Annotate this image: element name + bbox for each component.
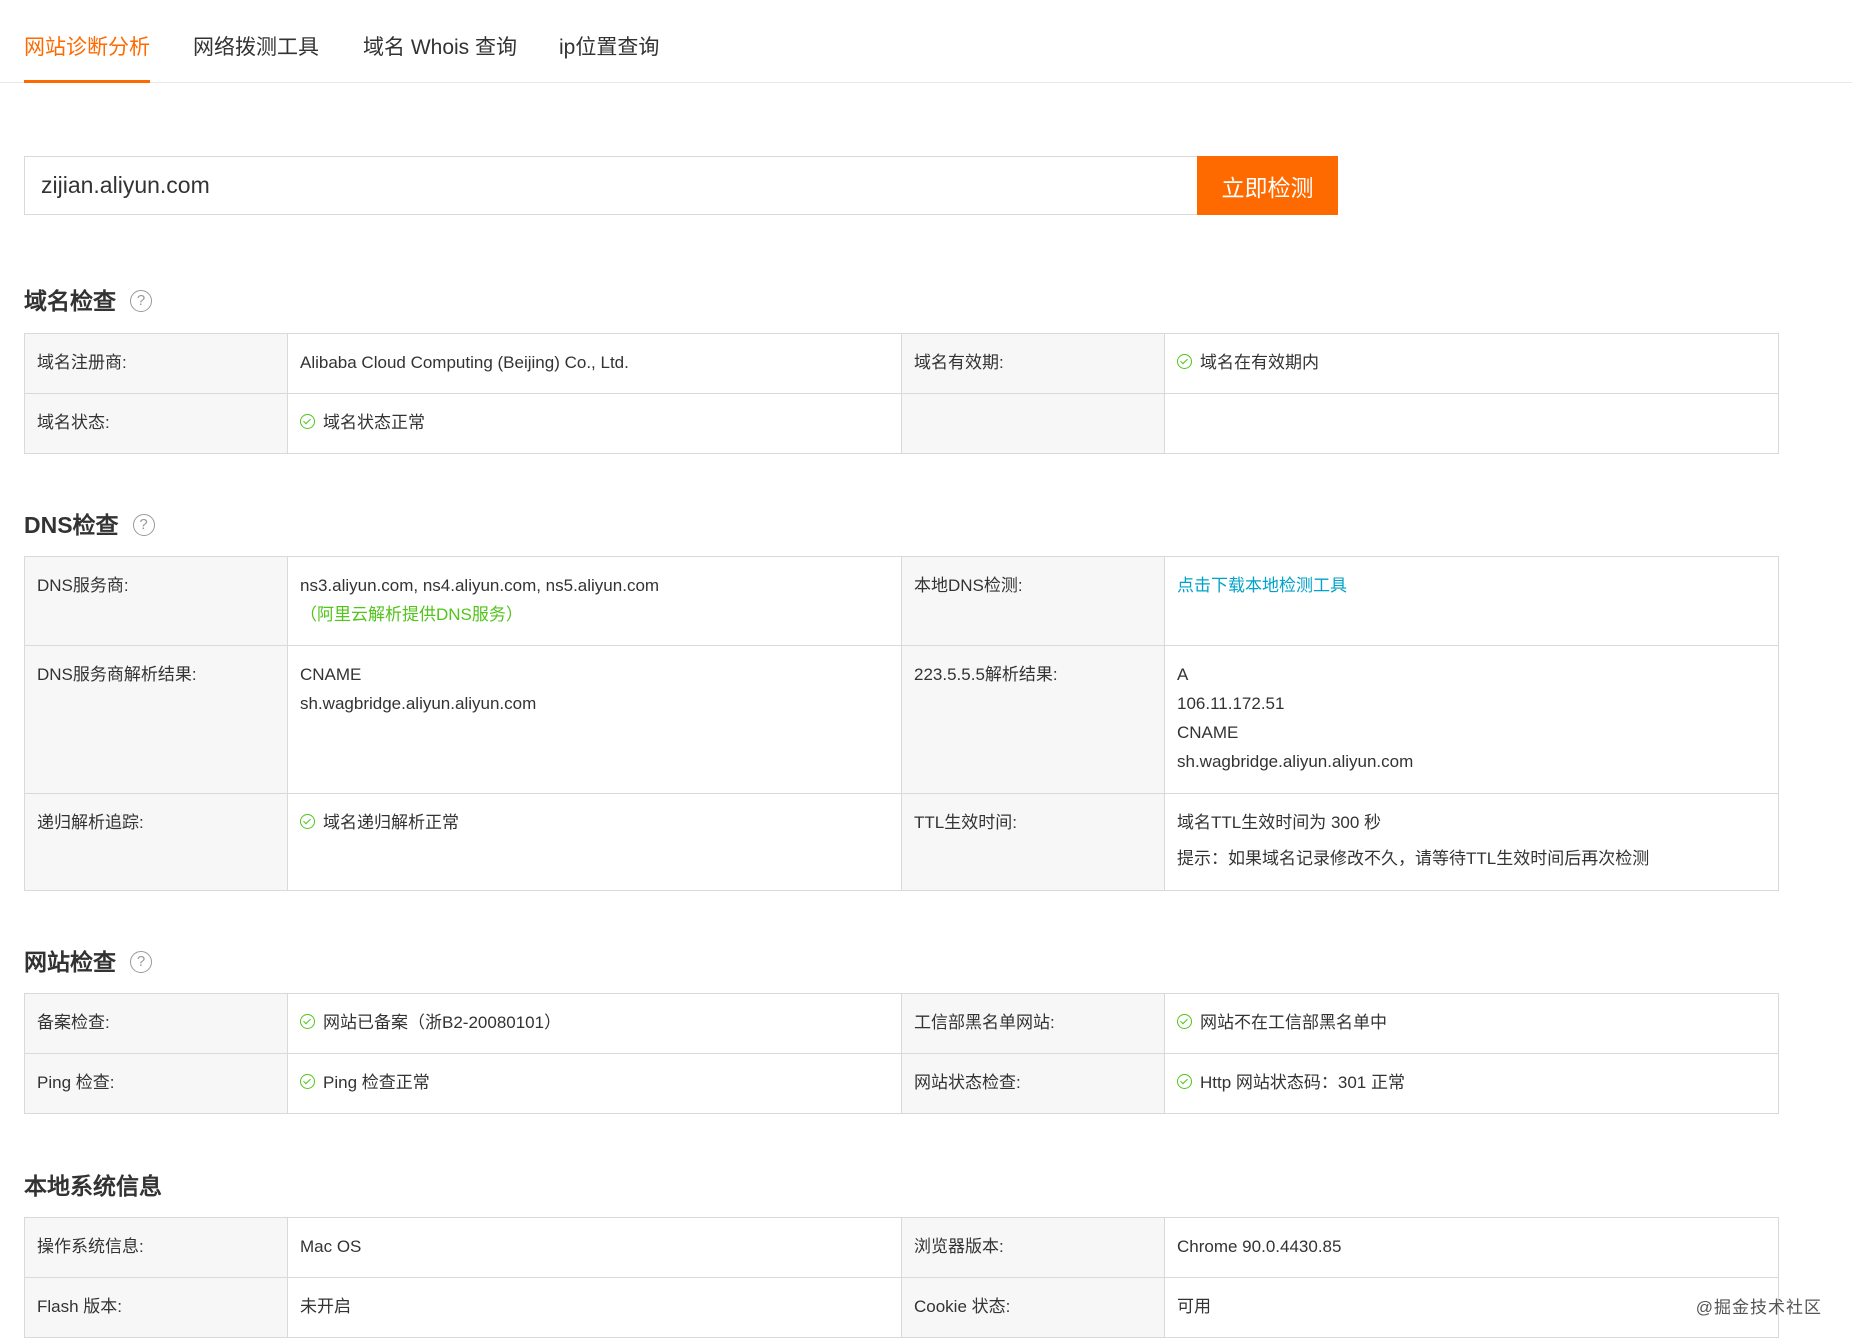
recursive-label: 递归解析追踪: bbox=[24, 793, 288, 891]
r223-value: A 106.11.172.51 CNAME sh.wagbridge.aliyu… bbox=[1164, 645, 1779, 794]
r223-line: CNAME bbox=[1177, 723, 1239, 742]
ping-label: Ping 检查: bbox=[24, 1053, 288, 1114]
os-value: Mac OS bbox=[287, 1217, 902, 1278]
flash-label: Flash 版本: bbox=[24, 1277, 288, 1338]
dns-table: DNS服务商: ns3.aliyun.com, ns4.aliyun.com, … bbox=[24, 556, 1779, 891]
dns-provider-servers: ns3.aliyun.com, ns4.aliyun.com, ns5.aliy… bbox=[300, 576, 660, 595]
help-icon[interactable]: ? bbox=[132, 513, 155, 536]
site-status-text: Http 网站状态码：301 正常 bbox=[1200, 1073, 1405, 1092]
tab-site-diagnosis[interactable]: 网站诊断分析 bbox=[24, 0, 150, 83]
r223-line: A bbox=[1177, 665, 1189, 684]
check-circle-icon bbox=[300, 814, 315, 830]
flash-value: 未开启 bbox=[287, 1277, 902, 1338]
table-row: Flash 版本: 未开启 Cookie 状态: 可用 bbox=[24, 1277, 1779, 1338]
website-table: 备案检查: 网站已备案（浙B2-20080101） 工信部黑名单网站: 网站不在… bbox=[24, 993, 1779, 1114]
ttl-label: TTL生效时间: bbox=[901, 793, 1165, 891]
section-title-dns-text: DNS检查 bbox=[24, 512, 119, 538]
ttl-text: 域名TTL生效时间为 300 秒 bbox=[1177, 813, 1382, 832]
table-row: 递归解析追踪: 域名递归解析正常 TTL生效时间: 域名TTL生效时间为 300… bbox=[24, 793, 1779, 891]
validity-text: 域名在有效期内 bbox=[1200, 353, 1319, 372]
ttl-value: 域名TTL生效时间为 300 秒 提示：如果域名记录修改不久，请等待TTL生效时… bbox=[1164, 793, 1779, 891]
blacklist-text: 网站不在工信部黑名单中 bbox=[1200, 1013, 1387, 1032]
dns-result-label: DNS服务商解析结果: bbox=[24, 645, 288, 794]
cookie-value: 可用 bbox=[1164, 1277, 1779, 1338]
dns-result-line: CNAME bbox=[300, 665, 362, 684]
ping-value: Ping 检查正常 bbox=[287, 1053, 902, 1114]
table-row: DNS服务商解析结果: CNAME sh.wagbridge.aliyun.al… bbox=[24, 645, 1779, 794]
help-icon[interactable]: ? bbox=[130, 289, 152, 312]
check-circle-icon bbox=[300, 414, 315, 430]
section-title-local: 本地系统信息 bbox=[24, 1166, 162, 1206]
icp-text: 网站已备案（浙B2-20080101） bbox=[323, 1013, 562, 1032]
table-row: Ping 检查: Ping 检查正常 网站状态检查: Http 网站状态码：30… bbox=[24, 1053, 1779, 1114]
local-table: 操作系统信息: Mac OS 浏览器版本: Chrome 90.0.4430.8… bbox=[24, 1217, 1779, 1338]
domain-status-label: 域名状态: bbox=[24, 393, 288, 454]
check-circle-icon bbox=[1177, 354, 1192, 370]
os-label: 操作系统信息: bbox=[24, 1217, 288, 1278]
empty-label bbox=[901, 393, 1165, 454]
table-row: DNS服务商: ns3.aliyun.com, ns4.aliyun.com, … bbox=[24, 556, 1779, 646]
blacklist-value: 网站不在工信部黑名单中 bbox=[1164, 993, 1779, 1054]
empty-value bbox=[1164, 393, 1779, 454]
check-circle-icon bbox=[1177, 1074, 1192, 1090]
domain-status-text: 域名状态正常 bbox=[323, 413, 425, 432]
tab-whois[interactable]: 域名 Whois 查询 bbox=[363, 0, 517, 83]
section-title-domain-text: 域名检查 bbox=[24, 288, 116, 314]
ping-text: Ping 检查正常 bbox=[323, 1073, 430, 1092]
tab-ip-location[interactable]: ip位置查询 bbox=[559, 0, 659, 83]
check-circle-icon bbox=[1177, 1014, 1192, 1030]
domain-status-value: 域名状态正常 bbox=[287, 393, 902, 454]
table-row: 备案检查: 网站已备案（浙B2-20080101） 工信部黑名单网站: 网站不在… bbox=[24, 993, 1779, 1054]
watermark: @掘金技术社区 bbox=[1695, 1298, 1822, 1317]
icp-label: 备案检查: bbox=[24, 993, 288, 1054]
dns-result-line: sh.wagbridge.aliyun.aliyun.com bbox=[300, 694, 537, 713]
check-now-button[interactable]: 立即检测 bbox=[1197, 156, 1338, 215]
registrar-label: 域名注册商: bbox=[24, 333, 288, 394]
help-icon[interactable]: ? bbox=[130, 950, 152, 973]
local-dns-value: 点击下载本地检测工具 bbox=[1164, 556, 1779, 646]
dns-provider-note: （阿里云解析提供DNS服务） bbox=[300, 605, 523, 624]
r223-line: sh.wagbridge.aliyun.aliyun.com bbox=[1177, 752, 1414, 771]
table-row: 域名注册商: Alibaba Cloud Computing (Beijing)… bbox=[24, 333, 1779, 394]
domain-input[interactable] bbox=[24, 156, 1198, 215]
icp-value: 网站已备案（浙B2-20080101） bbox=[287, 993, 902, 1054]
domain-table: 域名注册商: Alibaba Cloud Computing (Beijing)… bbox=[24, 333, 1779, 454]
r223-line: 106.11.172.51 bbox=[1177, 694, 1285, 713]
browser-label: 浏览器版本: bbox=[901, 1217, 1165, 1278]
ttl-tip: 提示：如果域名记录修改不久，请等待TTL生效时间后再次检测 bbox=[1177, 849, 1650, 868]
validity-value: 域名在有效期内 bbox=[1164, 333, 1779, 394]
dns-result-value: CNAME sh.wagbridge.aliyun.aliyun.com bbox=[287, 645, 902, 794]
section-title-domain: 域名检查? bbox=[24, 281, 152, 321]
local-dns-label: 本地DNS检测: bbox=[901, 556, 1165, 646]
validity-label: 域名有效期: bbox=[901, 333, 1165, 394]
search-bar: 立即检测 bbox=[24, 156, 1338, 215]
blacklist-label: 工信部黑名单网站: bbox=[901, 993, 1165, 1054]
table-row: 操作系统信息: Mac OS 浏览器版本: Chrome 90.0.4430.8… bbox=[24, 1217, 1779, 1278]
check-circle-icon bbox=[300, 1014, 315, 1030]
check-circle-icon bbox=[300, 1074, 315, 1090]
site-status-label: 网站状态检查: bbox=[901, 1053, 1165, 1114]
tab-bar: 网站诊断分析 网络拨测工具 域名 Whois 查询 ip位置查询 bbox=[0, 0, 1852, 83]
tab-network-probe[interactable]: 网络拨测工具 bbox=[193, 0, 319, 83]
cookie-label: Cookie 状态: bbox=[901, 1277, 1165, 1338]
registrar-value: Alibaba Cloud Computing (Beijing) Co., L… bbox=[287, 333, 902, 394]
browser-value: Chrome 90.0.4430.85 bbox=[1164, 1217, 1779, 1278]
download-tool-link[interactable]: 点击下载本地检测工具 bbox=[1177, 576, 1347, 595]
table-row: 域名状态: 域名状态正常 bbox=[24, 393, 1779, 454]
section-title-dns: DNS检查? bbox=[24, 505, 155, 545]
dns-provider-value: ns3.aliyun.com, ns4.aliyun.com, ns5.aliy… bbox=[287, 556, 902, 646]
recursive-value: 域名递归解析正常 bbox=[287, 793, 902, 891]
recursive-text: 域名递归解析正常 bbox=[323, 813, 459, 832]
section-title-website-text: 网站检查 bbox=[24, 949, 116, 975]
section-title-local-text: 本地系统信息 bbox=[24, 1173, 162, 1199]
r223-label: 223.5.5.5解析结果: bbox=[901, 645, 1165, 794]
section-title-website: 网站检查? bbox=[24, 942, 152, 982]
dns-provider-label: DNS服务商: bbox=[24, 556, 288, 646]
site-status-value: Http 网站状态码：301 正常 bbox=[1164, 1053, 1779, 1114]
